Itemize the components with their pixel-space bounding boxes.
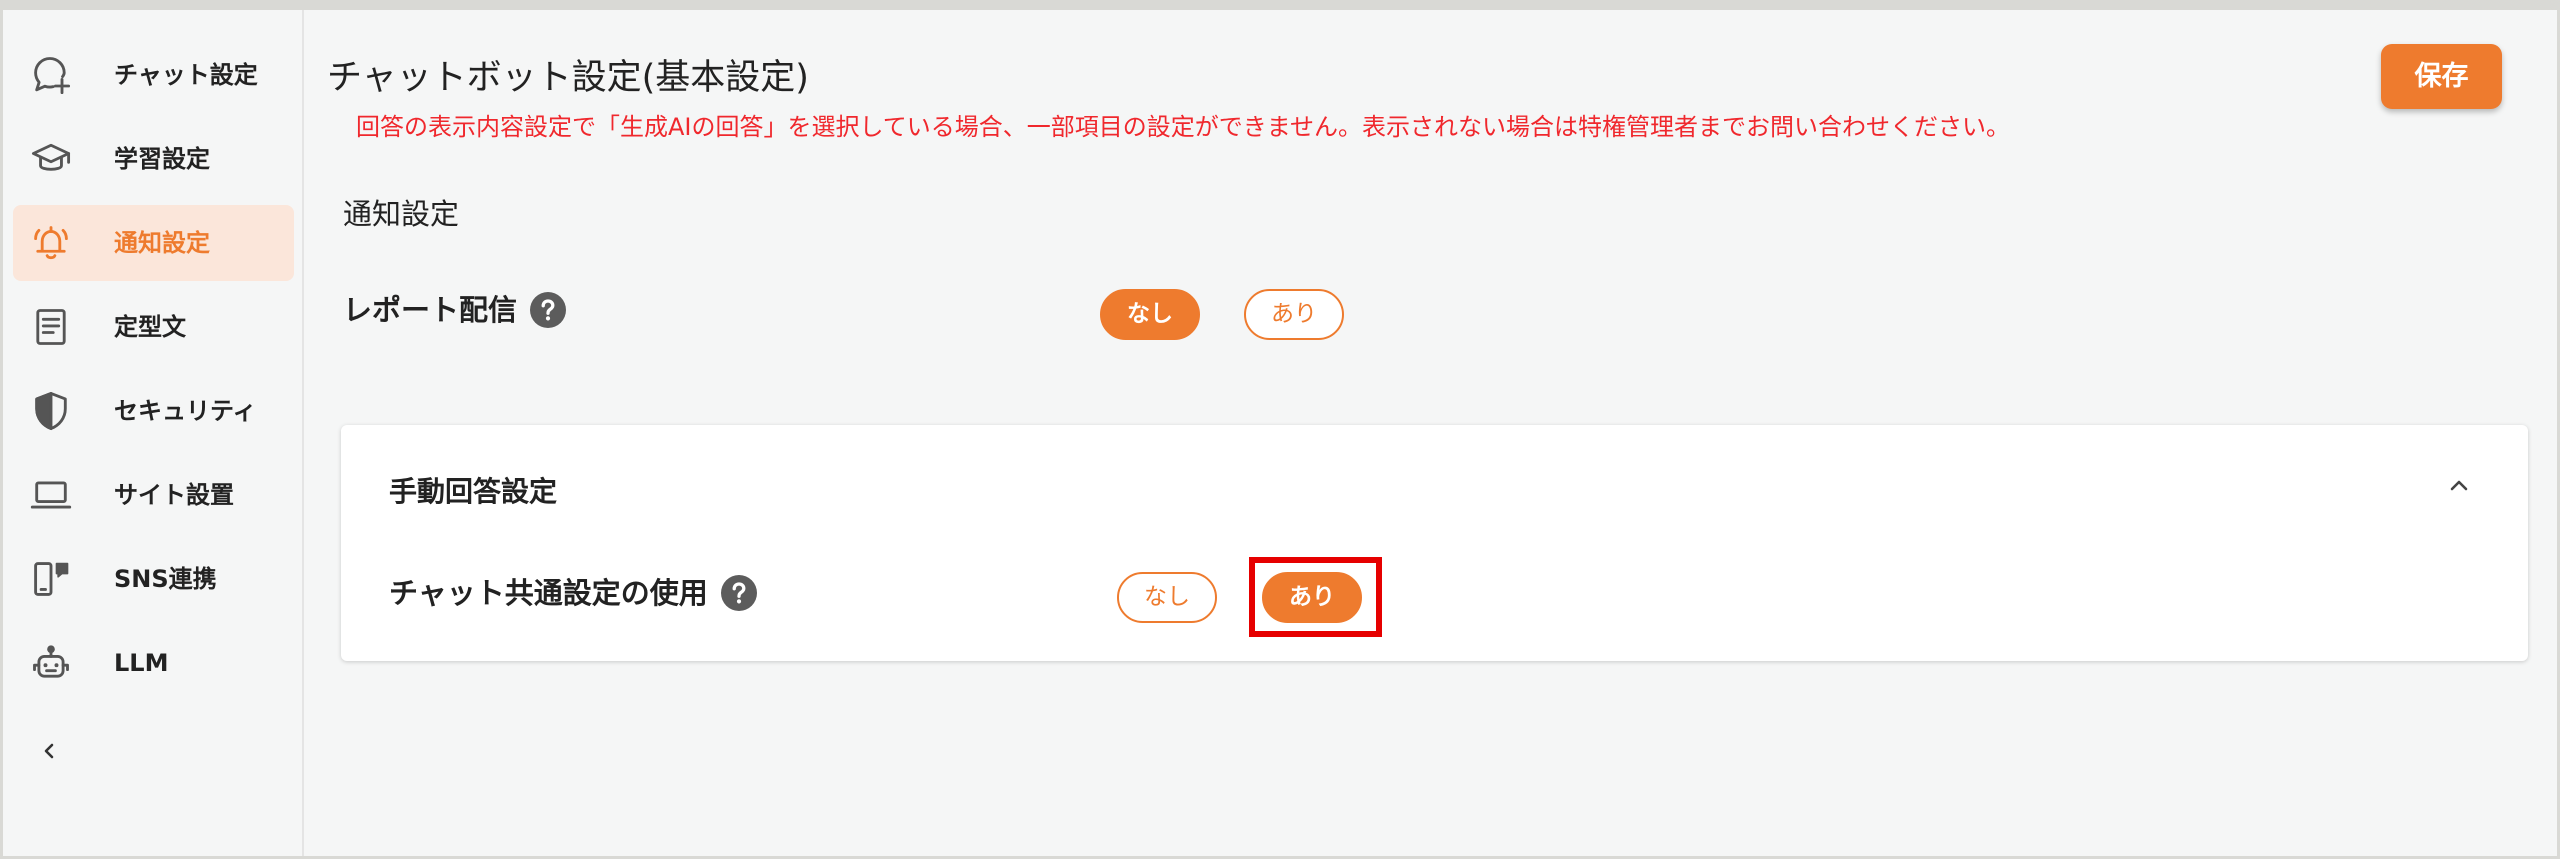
sidebar-item-chat-settings[interactable]: チャット設定 — [13, 37, 294, 113]
card-collapse-button[interactable] — [2439, 465, 2479, 505]
help-icon[interactable] — [720, 575, 757, 611]
section-heading-notification: 通知設定 — [343, 197, 460, 231]
document-icon — [29, 305, 73, 349]
laptop-icon — [29, 473, 73, 517]
sidebar-item-notification-settings[interactable]: 通知設定 — [13, 205, 294, 281]
sidebar-collapse-button[interactable] — [34, 736, 64, 766]
sidebar-item-label: LLM — [114, 649, 169, 677]
notice-message: 回答の表示内容設定で「生成AIの回答」を選択している場合、一部項目の設定ができま… — [356, 113, 2011, 141]
report-delivery-label: レポート配信 — [343, 293, 518, 327]
chat-add-icon — [29, 53, 73, 97]
sidebar-item-llm[interactable]: LLM — [13, 625, 294, 701]
sidebar-item-templates[interactable]: 定型文 — [13, 289, 294, 365]
manual-reply-card: 手動回答設定 チャット共通設定の使用 なし あり — [341, 425, 2528, 661]
chat-common-option-yes[interactable]: あり — [1262, 572, 1362, 623]
sidebar-item-label: 学習設定 — [114, 145, 210, 173]
robot-icon — [29, 641, 73, 685]
phone-chat-icon — [29, 557, 73, 601]
save-button[interactable]: 保存 — [2381, 44, 2502, 109]
shield-icon — [29, 389, 73, 433]
card-title: 手動回答設定 — [389, 475, 558, 508]
chat-common-option-none[interactable]: なし — [1117, 572, 1217, 623]
sidebar-item-site-install[interactable]: サイト設置 — [13, 457, 294, 533]
sidebar-item-security[interactable]: セキュリティ — [13, 373, 294, 449]
sidebar: チャット設定 学習設定 通知設定 定型文 セキュリティ サイト設置 SNS連携 … — [3, 10, 304, 856]
chat-common-label: チャット共通設定の使用 — [389, 576, 708, 610]
sidebar-item-label: SNS連携 — [114, 565, 217, 593]
graduation-cap-icon — [29, 137, 73, 181]
page-title: チャットボット設定(基本設定) — [327, 58, 809, 98]
sidebar-item-label: 通知設定 — [114, 229, 210, 257]
bell-icon — [29, 221, 73, 265]
sidebar-item-sns-integration[interactable]: SNS連携 — [13, 541, 294, 617]
chat-common-field: チャット共通設定の使用 — [389, 573, 757, 613]
report-delivery-option-none[interactable]: なし — [1100, 289, 1200, 340]
chevron-up-icon — [2450, 480, 2468, 491]
sidebar-item-label: サイト設置 — [114, 481, 234, 509]
sidebar-item-label: チャット設定 — [114, 61, 258, 89]
report-delivery-option-yes[interactable]: あり — [1244, 289, 1344, 340]
sidebar-item-label: 定型文 — [114, 313, 186, 341]
chevron-left-icon — [44, 743, 54, 759]
sidebar-item-learning-settings[interactable]: 学習設定 — [13, 121, 294, 197]
sidebar-item-label: セキュリティ — [114, 397, 257, 425]
help-icon[interactable] — [530, 292, 567, 328]
report-delivery-field: レポート配信 — [343, 290, 567, 330]
app-window: チャット設定 学習設定 通知設定 定型文 セキュリティ サイト設置 SNS連携 … — [0, 0, 2560, 859]
